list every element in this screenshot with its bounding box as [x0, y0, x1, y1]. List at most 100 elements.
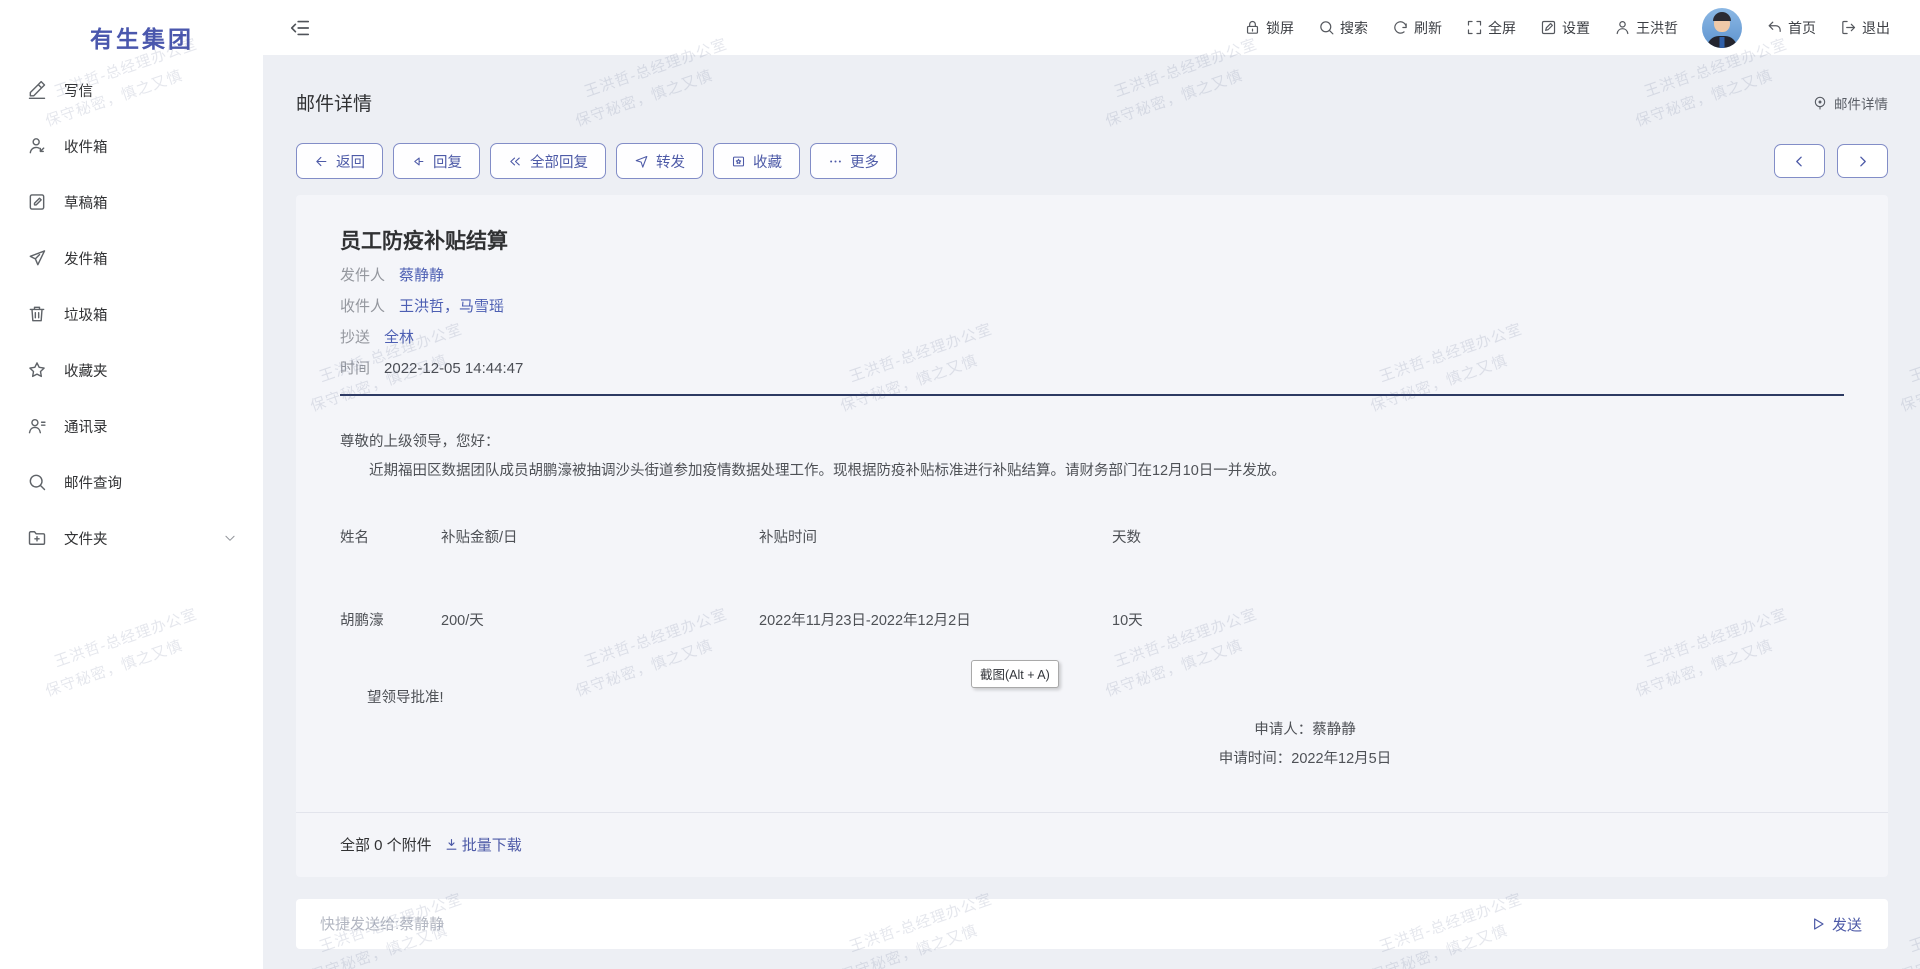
search-icon [1318, 19, 1335, 36]
forward-button-label: 转发 [656, 151, 685, 172]
logout-icon [1840, 19, 1857, 36]
meta-label: 抄送 [340, 329, 370, 346]
sidebar-item-邮件查询[interactable]: 邮件查询 [0, 454, 263, 510]
user-avatar[interactable] [1702, 8, 1742, 48]
prev-mail-button[interactable] [1774, 144, 1825, 178]
sidebar-item-收藏夹[interactable]: 收藏夹 [0, 342, 263, 398]
content-area: 邮件详情 邮件详情 返回 回复 全部回复 转发 收藏更多 [263, 55, 1920, 969]
draft-icon [27, 192, 47, 212]
signature-block: 申请人：蔡静静 申请时间：2022年12月5日 [1045, 716, 1565, 774]
mail-meta-row: 发件人蔡静静 [340, 266, 1844, 286]
topbar-search-label: 搜索 [1340, 18, 1368, 38]
sidebar: 有生集团 写信收件箱草稿箱发件箱垃圾箱收藏夹通讯录邮件查询文件夹 [0, 0, 263, 969]
mail-paragraph: 近期福田区数据团队成员胡鹏濠被抽调沙头街道参加疫情数据处理工作。现根据防疫补贴标… [340, 461, 1844, 481]
folder-plus-icon [27, 528, 47, 548]
table-cell: 2022年11月23日-2022年12月2日 [759, 547, 1112, 630]
sidebar-item-label: 垃圾箱 [64, 304, 108, 325]
mail-closing: 望领导批准! [340, 688, 1844, 708]
topbar-search[interactable]: 搜索 [1318, 18, 1368, 38]
meta-value-link[interactable]: 蔡静静 [399, 267, 444, 284]
topbar-logout-label: 退出 [1862, 18, 1890, 38]
topbar-fullscreen[interactable]: 全屏 [1466, 18, 1516, 38]
topbar: 锁屏 搜索 刷新 全屏 设置 王洪哲 首页 退出 [263, 0, 1920, 55]
meta-label: 收件人 [340, 298, 385, 315]
page-title: 邮件详情 [296, 89, 372, 116]
home-icon [1766, 19, 1783, 36]
sidebar-item-垃圾箱[interactable]: 垃圾箱 [0, 286, 263, 342]
trash-icon [27, 304, 47, 324]
reply-all-button[interactable]: 全部回复 [490, 143, 606, 179]
send-button[interactable]: 发送 [1810, 914, 1862, 935]
chevron-left-icon [1793, 155, 1806, 168]
forward-button[interactable]: 转发 [616, 143, 703, 179]
topbar-lock-screen[interactable]: 锁屏 [1244, 18, 1294, 38]
screenshot-tooltip: 截图(Alt + A) [971, 660, 1059, 688]
subsidy-table: 姓名补贴金额/日补贴时间天数 胡鹏濠200/天2022年11月23日-2022年… [340, 518, 1415, 630]
sidebar-item-label: 收藏夹 [64, 360, 108, 381]
sidebar-nav: 写信收件箱草稿箱发件箱垃圾箱收藏夹通讯录邮件查询文件夹 [0, 62, 263, 566]
meta-value-link[interactable]: 全林 [384, 329, 414, 346]
sidebar-item-文件夹[interactable]: 文件夹 [0, 510, 263, 566]
mail-meta: 发件人蔡静静收件人王洪哲，马雪瑶抄送全林时间2022-12-05 14:44:4… [340, 266, 1844, 379]
table-row: 胡鹏濠200/天2022年11月23日-2022年12月2日10天 [340, 547, 1415, 630]
batch-download-link[interactable]: 批量下载 [444, 834, 522, 855]
page-header: 邮件详情 邮件详情 [296, 89, 1888, 116]
back-button[interactable]: 返回 [296, 143, 383, 179]
refresh-icon [1392, 19, 1409, 36]
sidebar-item-发件箱[interactable]: 发件箱 [0, 230, 263, 286]
sidebar-item-收件箱[interactable]: 收件箱 [0, 118, 263, 174]
topbar-refresh-label: 刷新 [1414, 18, 1442, 38]
topbar-home-label: 首页 [1788, 18, 1816, 38]
table-header-cell: 补贴金额/日 [441, 518, 759, 547]
mail-pager [1774, 144, 1888, 178]
sidebar-item-label: 通讯录 [64, 416, 108, 437]
table-header-cell: 补贴时间 [759, 518, 1112, 547]
table-header-cell: 姓名 [340, 518, 441, 547]
favorite-button[interactable]: 收藏 [713, 143, 800, 179]
more-button[interactable]: 更多 [810, 143, 897, 179]
sidebar-item-通讯录[interactable]: 通讯录 [0, 398, 263, 454]
quick-send-bar: 发送 [296, 899, 1888, 949]
sidebar-item-写信[interactable]: 写信 [0, 62, 263, 118]
meta-value: 2022-12-05 14:44:47 [384, 360, 523, 377]
reply-all-icon [508, 154, 523, 169]
contacts-icon [27, 416, 47, 436]
reply-button-label: 回复 [433, 151, 462, 172]
app-window: 有生集团 写信收件箱草稿箱发件箱垃圾箱收藏夹通讯录邮件查询文件夹 锁屏搜索刷新全… [0, 0, 1920, 969]
more-icon [828, 154, 843, 169]
mail-meta-row: 时间 2022-12-05 14:44:47 [340, 359, 1844, 379]
table-header-cell: 天数 [1112, 518, 1415, 547]
topbar-home[interactable]: 首页 [1766, 18, 1816, 38]
attachments-row: 全部 0 个附件 批量下载 [296, 812, 1888, 877]
meta-label: 发件人 [340, 267, 385, 284]
sidebar-item-label: 写信 [64, 80, 93, 101]
sidebar-item-label: 收件箱 [64, 136, 108, 157]
attachments-summary: 全部 0 个附件 [340, 834, 432, 855]
mail-meta-row: 抄送全林 [340, 328, 1844, 348]
sidebar-item-草稿箱[interactable]: 草稿箱 [0, 174, 263, 230]
topbar-settings[interactable]: 设置 [1540, 18, 1590, 38]
inbox-icon [27, 136, 47, 156]
mail-detail-card: 员工防疫补贴结算 发件人蔡静静收件人王洪哲，马雪瑶抄送全林时间2022-12-0… [296, 195, 1888, 877]
next-mail-button[interactable] [1837, 144, 1888, 178]
meta-label: 时间 [340, 360, 370, 377]
topbar-current-user[interactable]: 王洪哲 [1614, 18, 1678, 38]
user-icon [1614, 19, 1631, 36]
download-icon [444, 837, 459, 852]
star-icon [27, 360, 47, 380]
sidebar-item-label: 文件夹 [64, 528, 108, 549]
sidebar-item-label: 邮件查询 [64, 472, 122, 493]
reply-all-button-label: 全部回复 [530, 151, 588, 172]
topbar-lock-screen-label: 锁屏 [1266, 18, 1294, 38]
back-button-label: 返回 [336, 151, 365, 172]
topbar-refresh[interactable]: 刷新 [1392, 18, 1442, 38]
subsidy-table-body: 胡鹏濠200/天2022年11月23日-2022年12月2日10天 [340, 547, 1415, 630]
topbar-current-user-label: 王洪哲 [1636, 18, 1678, 38]
fullscreen-icon [1466, 19, 1483, 36]
collapse-sidebar-icon[interactable] [289, 17, 311, 39]
meta-value-link[interactable]: 王洪哲，马雪瑶 [399, 298, 504, 315]
brand-logo: 有生集团 [0, 0, 263, 62]
topbar-logout[interactable]: 退出 [1840, 18, 1890, 38]
quick-send-input[interactable] [320, 916, 1810, 933]
reply-button[interactable]: 回复 [393, 143, 480, 179]
